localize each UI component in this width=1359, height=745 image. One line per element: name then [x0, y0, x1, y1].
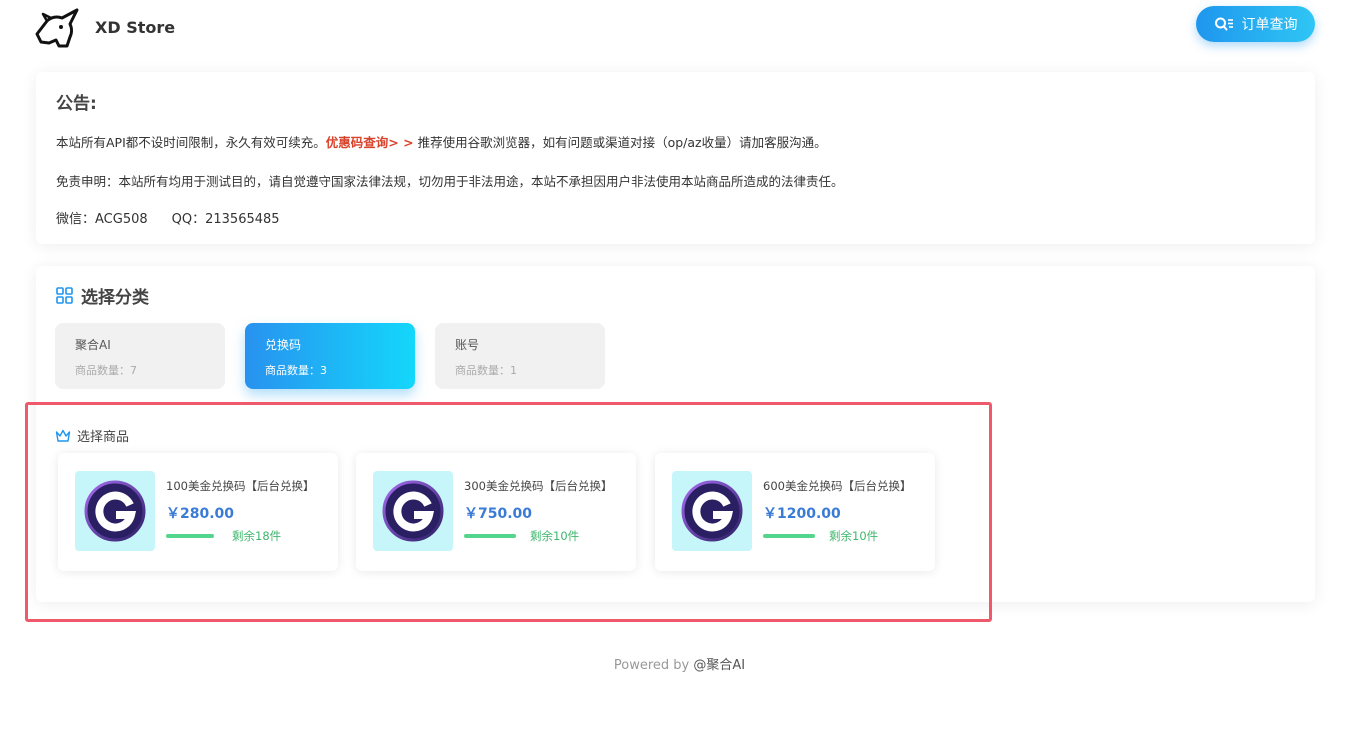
footer: Powered by @聚合AI	[0, 654, 1359, 673]
product-image	[373, 471, 453, 551]
order-query-label: 订单查询	[1241, 17, 1298, 33]
product-price: ￥750.00	[464, 506, 533, 522]
category-title-label: 选择分类	[81, 288, 149, 308]
search-list-icon	[1214, 17, 1233, 31]
wechat-contact: 微信：ACG508	[56, 212, 148, 227]
product-card[interactable]: 600美金兑换码【后台兑换】 ￥1200.00 剩余10件	[655, 453, 935, 571]
category-name: 聚合AI	[75, 338, 111, 352]
product-price: ￥1200.00	[763, 506, 841, 522]
g-logo-icon	[681, 480, 743, 542]
category-item-redeem-code[interactable]: 兑换码 商品数量：3	[245, 323, 415, 389]
stock-remaining: 剩余10件	[530, 529, 580, 543]
product-name: 100美金兑换码【后台兑换】	[166, 479, 315, 493]
disclaimer-text: 免责申明：本站所有均用于测试目的，请自觉遵守国家法律法规，切勿用于非法用途，本站…	[56, 174, 844, 189]
stock-bar	[166, 534, 214, 538]
unicorn-logo-icon[interactable]	[33, 8, 81, 50]
order-query-button[interactable]: 订单查询	[1196, 6, 1315, 42]
category-count: 商品数量：3	[265, 364, 327, 377]
category-item-juhe-ai[interactable]: 聚合AI 商品数量：7	[55, 323, 225, 389]
grid-icon	[56, 287, 73, 304]
product-name: 300美金兑换码【后台兑换】	[464, 479, 613, 493]
product-section-label: 选择商品	[77, 430, 130, 445]
stock-remaining: 剩余18件	[232, 529, 282, 543]
category-count: 商品数量：7	[75, 364, 137, 377]
notice-api-text: 本站所有API都不设时间限制，永久有效可续充。	[56, 135, 326, 150]
brand-name[interactable]: XD Store	[95, 18, 175, 37]
footer-brand-link[interactable]: @聚合AI	[693, 658, 745, 673]
product-card[interactable]: 100美金兑换码【后台兑换】 ￥280.00 剩余18件	[58, 453, 338, 571]
product-card[interactable]: 300美金兑换码【后台兑换】 ￥750.00 剩余10件	[356, 453, 636, 571]
product-name: 600美金兑换码【后台兑换】	[763, 479, 912, 493]
promo-code-link[interactable]: 优惠码查询> >	[326, 135, 414, 150]
product-image	[672, 471, 752, 551]
powered-by-text: Powered by	[613, 658, 694, 673]
top-bar: XD Store 订单查询	[0, 0, 1359, 60]
crown-icon	[55, 429, 71, 442]
contact-line: 微信：ACG508 QQ：213565485	[56, 208, 280, 227]
category-title: 选择分类	[56, 283, 149, 308]
notice-browser-text: 推荐使用谷歌浏览器，如有问题或渠道对接（op/az收量）请加客服沟通。	[413, 135, 827, 150]
notice-card: 公告: 本站所有API都不设时间限制，永久有效可续充。优惠码查询> > 推荐使用…	[36, 72, 1315, 244]
product-section-title: 选择商品	[55, 426, 129, 445]
stock-bar	[763, 534, 815, 538]
stock-remaining: 剩余10件	[829, 529, 879, 543]
product-price: ￥280.00	[166, 506, 235, 522]
category-count: 商品数量：1	[455, 364, 517, 377]
category-name: 账号	[455, 338, 480, 352]
notice-line-api: 本站所有API都不设时间限制，永久有效可续充。优惠码查询> > 推荐使用谷歌浏览…	[56, 132, 827, 151]
category-item-account[interactable]: 账号 商品数量：1	[435, 323, 605, 389]
category-card: 选择分类 聚合AI 商品数量：7 兑换码 商品数量：3 账号 商品数量：1 选择…	[36, 266, 1315, 602]
notice-title: 公告:	[56, 94, 97, 114]
product-image	[75, 471, 155, 551]
g-logo-icon	[84, 480, 146, 542]
stock-bar	[464, 534, 516, 538]
g-logo-icon	[382, 480, 444, 542]
qq-contact: QQ：213565485	[171, 212, 280, 227]
category-name: 兑换码	[265, 338, 302, 352]
